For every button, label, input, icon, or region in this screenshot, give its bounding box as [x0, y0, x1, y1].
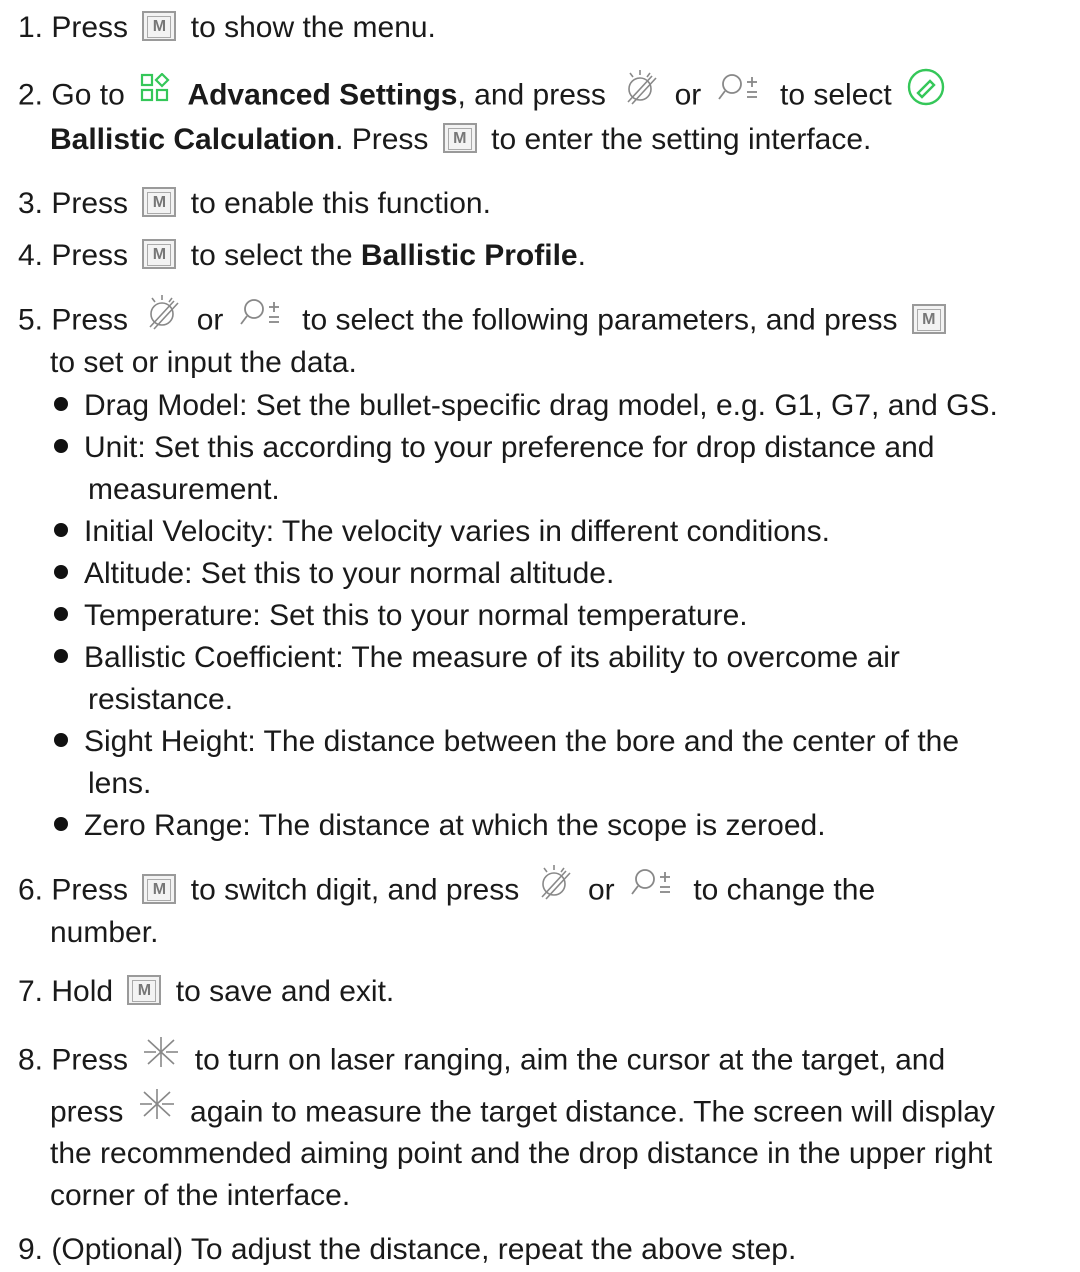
- step-4: 4. Press M to select the Ballistic Profi…: [18, 239, 586, 272]
- list-item: Initial Velocity: The velocity varies in…: [54, 511, 830, 553]
- m-button-icon: M: [127, 975, 162, 1006]
- step-5-continued: to set or input the data.: [50, 346, 357, 379]
- laser-star-icon: [142, 1035, 180, 1082]
- m-button-icon: M: [442, 123, 477, 154]
- list-item-continued: lens.: [88, 767, 152, 800]
- step-number: 1.: [18, 11, 44, 44]
- ballistic-profile-label: Ballistic Profile: [360, 239, 578, 272]
- bullet-icon: [54, 817, 68, 832]
- m-button-icon: M: [911, 303, 946, 334]
- m-button-icon: M: [142, 11, 177, 42]
- step-5: 5. Press or to select the following para…: [18, 293, 1068, 347]
- bullet-icon: [54, 565, 68, 580]
- bullet-icon: [54, 607, 68, 622]
- step-7: 7. Hold M to save and exit.: [18, 975, 395, 1008]
- list-item: Altitude: Set this to your normal altitu…: [54, 553, 614, 595]
- step-1: 1. Press M to show the menu.: [18, 11, 436, 44]
- step-6-continued: number.: [50, 916, 159, 949]
- list-item: Sight Height: The distance between the b…: [54, 721, 959, 763]
- list-item: Unit: Set this according to your prefere…: [54, 427, 934, 469]
- zoom-plus-minus-icon: [629, 866, 679, 911]
- bullet-icon: [54, 733, 68, 748]
- advanced-settings-label: Advanced Settings: [187, 78, 458, 112]
- grid-settings-icon: [139, 71, 173, 116]
- bullet-icon: [54, 397, 68, 412]
- ballistic-calculation-label: Ballistic Calculation: [50, 123, 336, 156]
- step-8-continued: corner of the interface.: [50, 1179, 351, 1212]
- list-item: Temperature: Set this to your normal tem…: [54, 595, 748, 637]
- m-button-icon: M: [142, 187, 177, 218]
- list-item: Ballistic Coefficient: The measure of it…: [54, 637, 900, 679]
- list-item-continued: measurement.: [88, 473, 280, 506]
- step-8-continued: press again to measure the target distan…: [50, 1087, 995, 1137]
- zoom-plus-minus-icon: [716, 71, 766, 116]
- brightness-dial-icon: [620, 68, 660, 119]
- step-8-continued: the recommended aiming point and the dro…: [50, 1137, 993, 1170]
- step-6: 6. Press M to switch digit, and press or…: [18, 863, 1068, 917]
- zoom-plus-minus-icon: [238, 296, 288, 341]
- step-3: 3. Press M to enable this function.: [18, 187, 491, 220]
- step-2: 2. Go to Advanced Settings, and press or…: [18, 67, 1068, 123]
- laser-star-icon: [138, 1087, 176, 1134]
- step-2-continued: Ballistic Calculation. Press M to enter …: [50, 123, 872, 156]
- bullet-icon: [54, 439, 68, 454]
- list-item: Zero Range: The distance at which the sc…: [54, 805, 826, 847]
- m-button-icon: M: [142, 239, 177, 270]
- bullet-icon: [54, 523, 68, 538]
- list-item-continued: resistance.: [88, 683, 234, 716]
- brightness-dial-icon: [142, 293, 182, 344]
- bullet-icon: [54, 649, 68, 664]
- m-button-icon: M: [142, 873, 177, 904]
- step-9: 9. (Optional) To adjust the distance, re…: [18, 1233, 797, 1266]
- step-8: 8. Press to turn on laser ranging, aim t…: [18, 1035, 1068, 1085]
- ballistic-calculation-icon: [906, 67, 946, 120]
- brightness-dial-icon: [534, 863, 574, 914]
- list-item: Drag Model: Set the bullet-specific drag…: [54, 385, 998, 427]
